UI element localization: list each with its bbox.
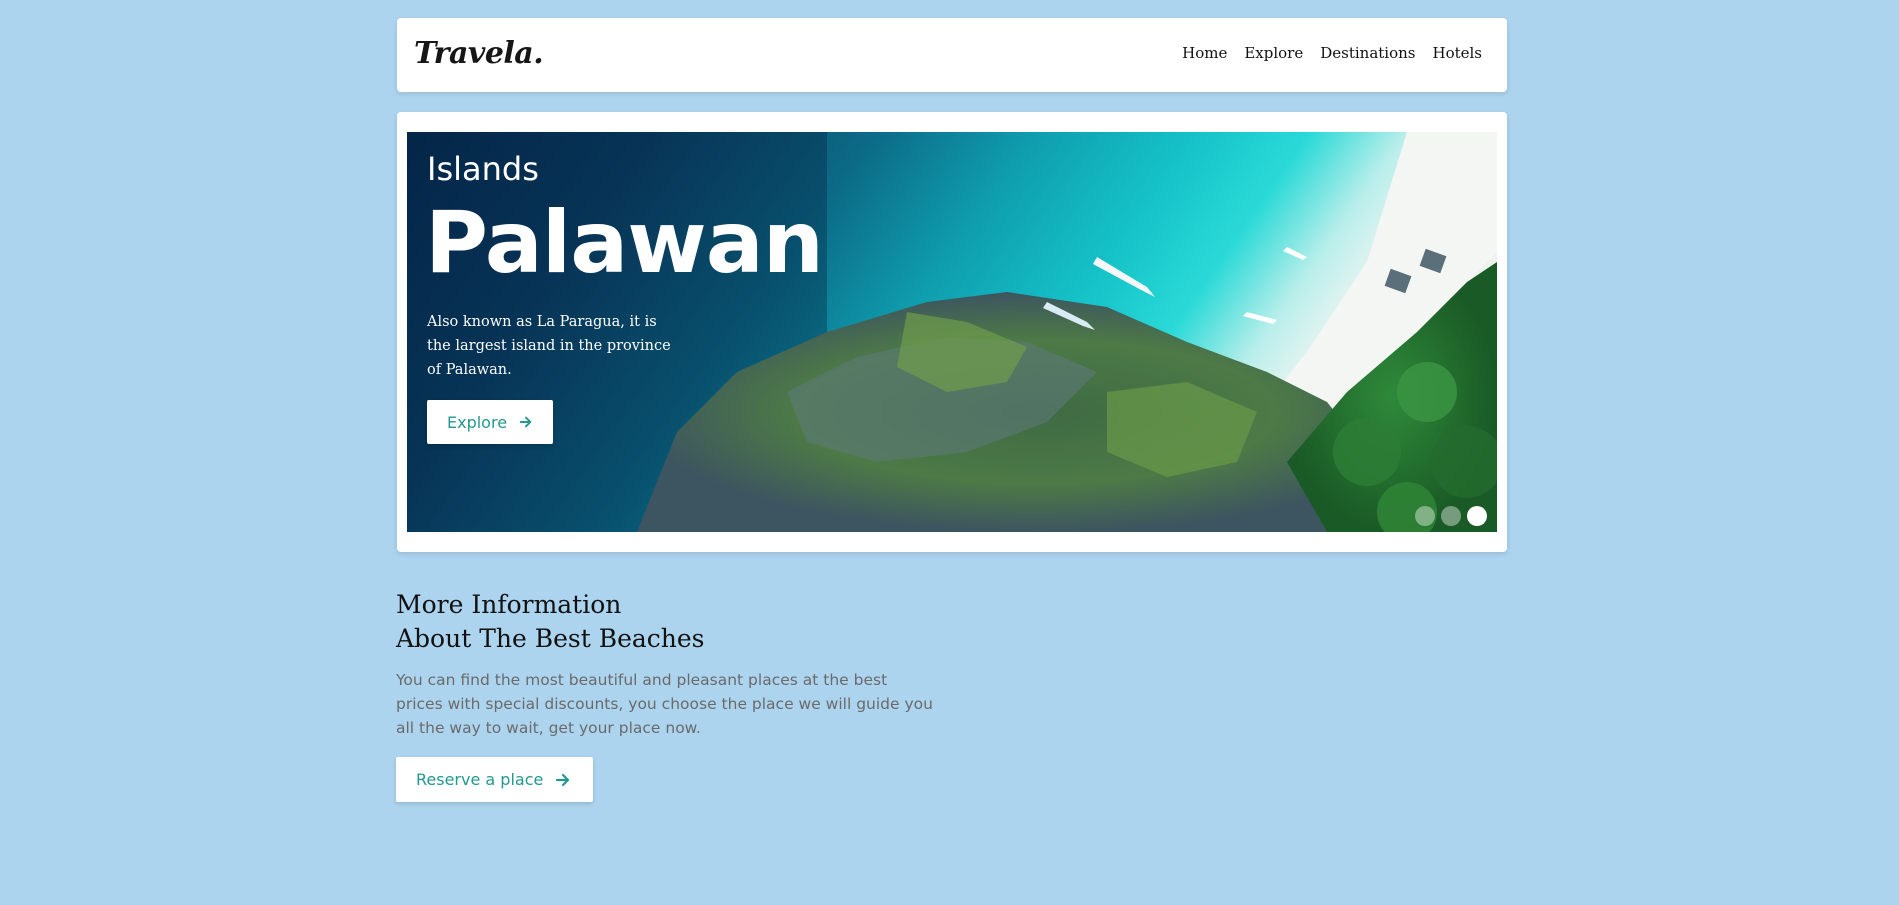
info-title: More Information About The Best Beaches [396,588,956,656]
nav-link-explore[interactable]: Explore [1244,44,1303,62]
hero-card: Islands Palawan Also known as La Paragua… [397,112,1507,552]
nav-menu: Home Explore Destinations Hotels [1182,44,1482,62]
nav-link-hotels[interactable]: Hotels [1432,44,1482,62]
slider-dot-1[interactable] [1415,506,1435,526]
reserve-button[interactable]: Reserve a place [396,757,593,802]
info-text: You can find the most beautiful and plea… [396,671,933,737]
explore-button[interactable]: Explore [427,400,553,444]
nav-link-destinations[interactable]: Destinations [1320,44,1415,62]
logo[interactable]: Travela. [414,36,544,71]
info-section: More Information About The Best Beaches … [396,588,956,802]
slider-dot-2[interactable] [1441,506,1461,526]
hero-subtitle: Islands [427,150,539,188]
arrow-right-icon [519,416,532,428]
slider-dot-3-active[interactable] [1467,506,1487,526]
reserve-button-label: Reserve a place [416,770,544,789]
hero-title: Palawan [425,193,824,293]
info-title-line-1: More Information [396,590,622,619]
nav-link-home[interactable]: Home [1182,44,1227,62]
hero-slider: Islands Palawan Also known as La Paragua… [407,132,1497,532]
arrow-right-icon [556,773,570,786]
navbar: Travela. Home Explore Destinations Hotel… [397,18,1507,92]
slider-dots [1415,506,1487,526]
explore-button-label: Explore [447,412,508,432]
info-title-line-2: About The Best Beaches [396,624,705,653]
hero-description: Also known as La Paragua, it is the larg… [427,314,671,378]
